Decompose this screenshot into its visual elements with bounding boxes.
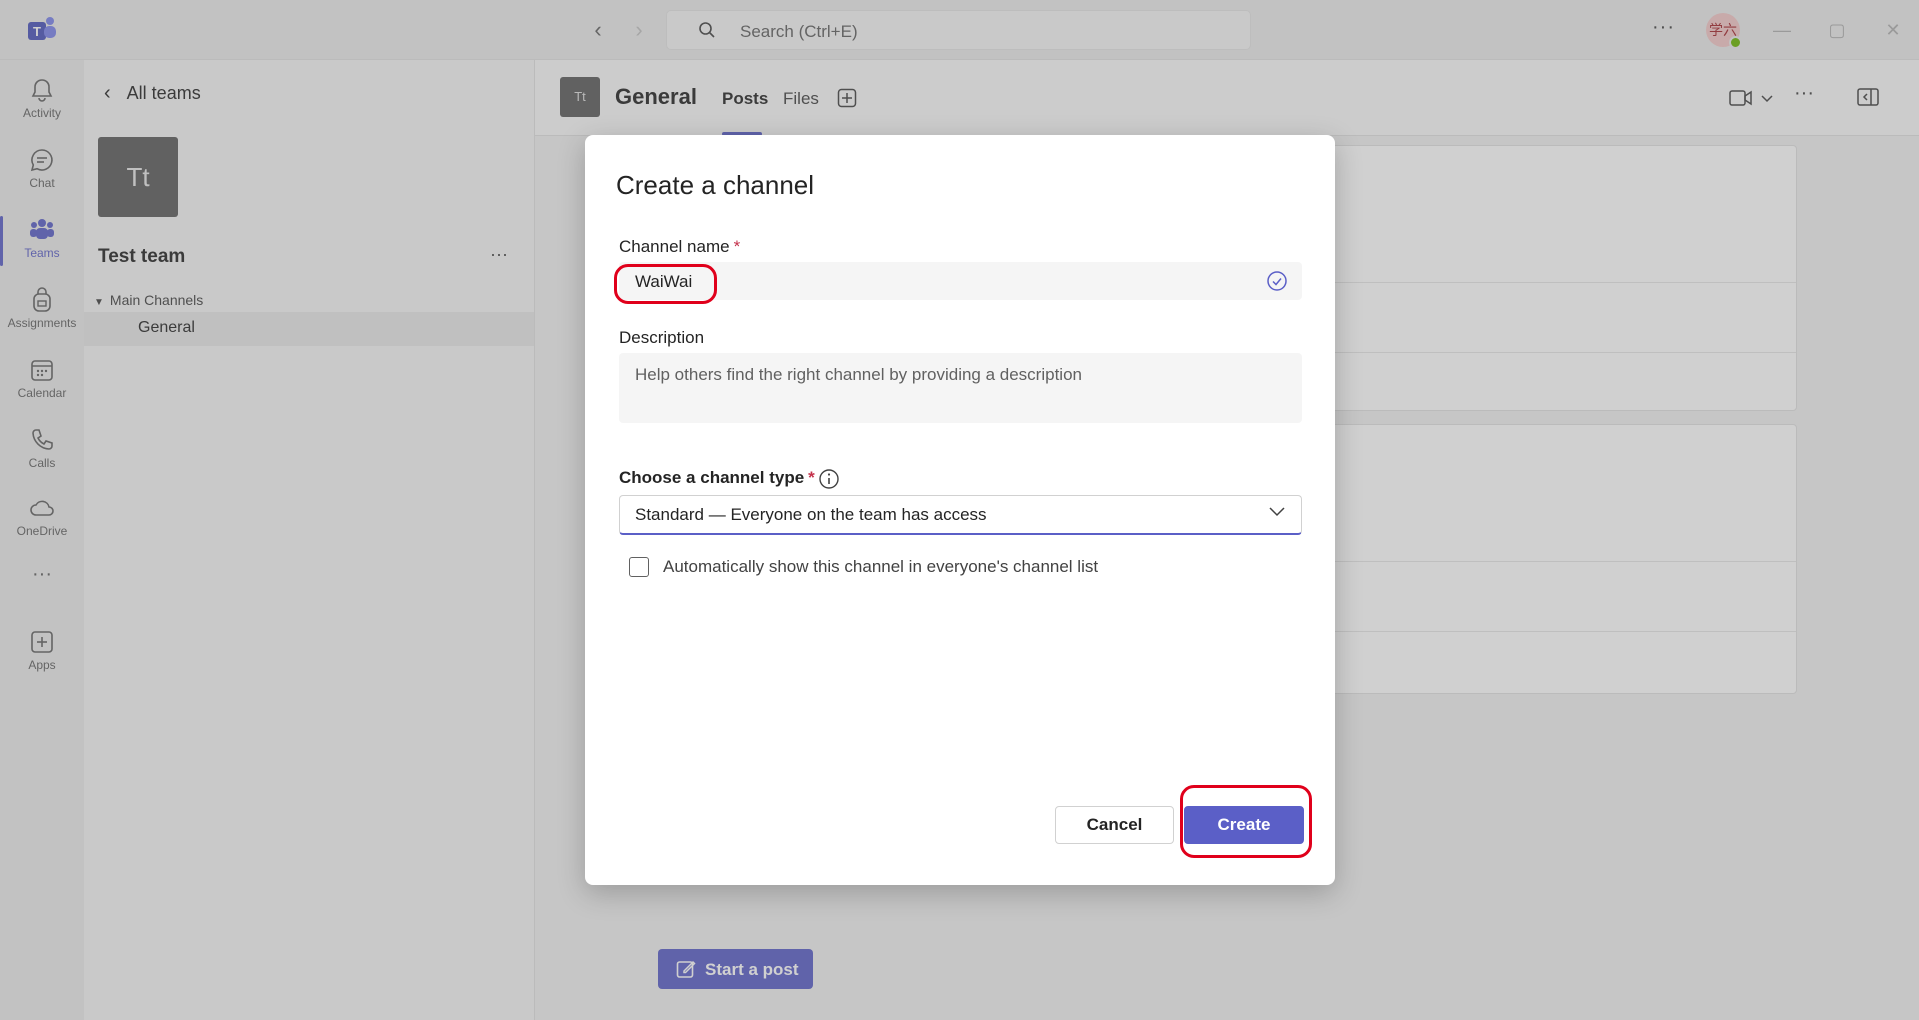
description-input[interactable]: Help others find the right channel by pr… — [619, 353, 1302, 423]
channel-type-label: Choose a channel type * — [619, 468, 815, 488]
cancel-button[interactable]: Cancel — [1055, 806, 1174, 844]
info-icon[interactable] — [818, 468, 840, 490]
channel-name-value: WaiWai — [635, 272, 693, 291]
chevron-down-icon — [1269, 507, 1285, 517]
channel-name-label: Channel name * — [619, 237, 740, 257]
auto-show-checkbox[interactable] — [629, 557, 649, 577]
create-channel-dialog: Create a channel Channel name * WaiWai De… — [585, 135, 1335, 885]
valid-check-icon — [1267, 271, 1287, 291]
channel-type-select[interactable]: Standard — Everyone on the team has acce… — [619, 495, 1302, 535]
required-marker: * — [808, 468, 815, 487]
label-text: Channel name — [619, 237, 730, 256]
label-text: Choose a channel type — [619, 468, 805, 487]
create-button[interactable]: Create — [1184, 806, 1304, 844]
description-label: Description — [619, 328, 705, 347]
required-marker: * — [733, 237, 741, 256]
channel-type-value: Standard — Everyone on the team has acce… — [635, 505, 987, 524]
description-placeholder: Help others find the right channel by pr… — [635, 365, 1082, 384]
dialog-title: Create a channel — [616, 170, 815, 200]
channel-name-input[interactable]: WaiWai — [619, 262, 1302, 300]
auto-show-label: Automatically show this channel in every… — [663, 557, 1099, 576]
